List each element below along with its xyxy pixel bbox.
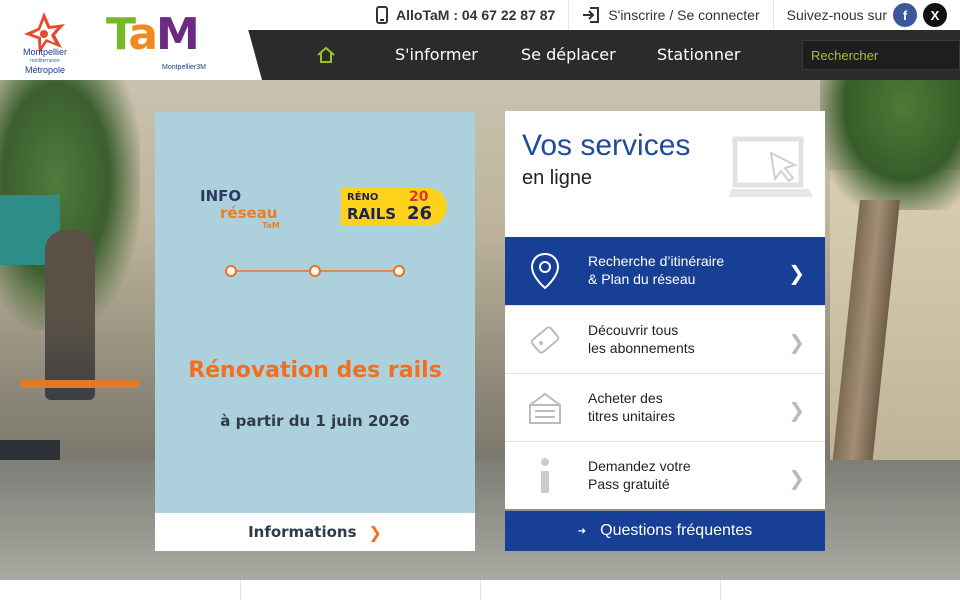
top-utility-bar: AlloTaM : 04 67 22 87 87 S'inscrire / Se… xyxy=(240,0,960,30)
informations-button[interactable]: Informations ❯ xyxy=(155,513,475,551)
nav-sinformer[interactable]: S'informer xyxy=(395,30,478,80)
timeline-graphic xyxy=(225,265,405,277)
service-titres-unitaires[interactable]: Acheter des titres unitaires ❯ xyxy=(505,373,825,441)
online-services-panel: Vos services en ligne Recherche d’itinér… xyxy=(505,111,825,551)
service-pass-line1: Demandez votre xyxy=(588,458,691,474)
metropole-line3: Métropole xyxy=(24,65,66,75)
tam-letter-t: T xyxy=(106,9,130,60)
info-icon xyxy=(525,456,565,496)
renovation-rails-badge: RÉNO RAILS 20 26 xyxy=(341,188,447,226)
faq-label: Questions fréquentes xyxy=(600,522,753,539)
login-label: S'inscrire / Se connecter xyxy=(608,7,760,23)
follow-label: Suivez-nous sur xyxy=(786,7,887,23)
login-icon xyxy=(582,6,600,24)
service-itineraire-line1: Recherche d’itinéraire xyxy=(588,253,725,269)
badge-rails: RAILS xyxy=(347,205,397,223)
bottom-strip xyxy=(0,580,960,600)
service-itineraire[interactable]: Recherche d’itinéraire & Plan du réseau … xyxy=(505,237,825,305)
service-abonnements-line1: Découvrir tous xyxy=(588,322,679,338)
main-navigation: S'informer Se déplacer Stationner xyxy=(240,30,960,80)
chevron-right-icon: ❯ xyxy=(368,522,382,542)
metropole-line1: Montpellier xyxy=(22,47,68,57)
logo-panel: Montpellier méditerranée Métropole TaM M… xyxy=(0,0,262,80)
service-titres-line1: Acheter des xyxy=(588,390,663,406)
tam-letter-a: a xyxy=(128,9,158,60)
tam-letter-m: M xyxy=(156,9,200,60)
tam-sub: Montpellier3M xyxy=(162,64,206,71)
service-abonnements-line2: les abonnements xyxy=(588,340,695,356)
service-abonnements-label: Découvrir tous les abonnements xyxy=(588,321,778,357)
badge-reno: RÉNO xyxy=(347,192,379,203)
search-input[interactable] xyxy=(802,40,960,70)
services-subtitle: en ligne xyxy=(522,167,593,189)
chevron-right-icon: ❯ xyxy=(788,466,805,490)
chevron-right-icon: ❯ xyxy=(788,398,805,422)
info-logo-line2: réseau xyxy=(220,204,278,222)
service-pass-line2: Pass gratuité xyxy=(588,476,670,492)
info-logo-line1: INFO xyxy=(200,187,242,205)
info-card-title: Rénovation des rails xyxy=(188,358,442,383)
info-reseau-card[interactable]: INFO réseau TaM RÉNO RAILS 20 26 Rénovat… xyxy=(155,112,475,551)
chevron-right-icon: ❯ xyxy=(788,261,805,285)
faq-button[interactable]: ➜ Questions fréquentes xyxy=(505,511,825,551)
site-header: Montpellier méditerranée Métropole TaM M… xyxy=(0,0,960,80)
service-titres-label: Acheter des titres unitaires xyxy=(588,389,778,425)
x-twitter-icon[interactable]: X xyxy=(923,3,947,27)
ticket-icon xyxy=(525,320,565,360)
social-links: Suivez-nous sur f X xyxy=(772,0,960,30)
phone-icon xyxy=(376,6,389,24)
laptop-cursor-icon xyxy=(729,136,813,197)
tree-right xyxy=(820,80,960,210)
divider xyxy=(480,580,481,600)
info-logo-line3: TaM xyxy=(262,221,280,230)
facebook-icon[interactable]: f xyxy=(893,3,917,27)
bike-stand xyxy=(20,380,140,388)
divider xyxy=(720,580,721,600)
nav-se-deplacer[interactable]: Se déplacer xyxy=(521,30,616,80)
chevron-right-icon: ❯ xyxy=(788,330,805,354)
service-itineraire-label: Recherche d’itinéraire & Plan du réseau xyxy=(588,252,778,288)
home-icon[interactable] xyxy=(316,45,336,65)
divider xyxy=(240,580,241,600)
badge-year-bottom: 26 xyxy=(407,203,433,224)
arrow-right-icon: ➜ xyxy=(577,525,587,537)
services-title: Vos services xyxy=(522,129,691,162)
service-pass-gratuite[interactable]: Demandez votre Pass gratuité ❯ xyxy=(505,441,825,509)
info-card-subtitle: à partir du 1 juin 2026 xyxy=(220,412,410,430)
service-abonnements[interactable]: Découvrir tous les abonnements ❯ xyxy=(505,305,825,373)
map-pin-icon xyxy=(525,251,565,291)
services-header: Vos services en ligne xyxy=(505,111,825,237)
cyclist xyxy=(45,230,95,400)
tam-wordmark: TaM xyxy=(106,9,200,60)
metropole-wordmark: Montpellier méditerranée Métropole xyxy=(6,48,84,75)
info-reseau-logo: INFO réseau TaM xyxy=(200,188,280,230)
services-list: Recherche d’itinéraire & Plan du réseau … xyxy=(505,237,825,509)
informations-label: Informations xyxy=(248,523,357,541)
service-pass-label: Demandez votre Pass gratuité xyxy=(588,457,778,493)
ticket-stack-icon xyxy=(525,388,565,428)
nav-stationner[interactable]: Stationner xyxy=(657,30,740,80)
allotam-label: AlloTaM : 04 67 22 87 87 xyxy=(396,7,556,23)
login-link[interactable]: S'inscrire / Se connecter xyxy=(568,0,772,30)
service-titres-line2: titres unitaires xyxy=(588,408,676,424)
service-itineraire-line2: & Plan du réseau xyxy=(588,271,696,287)
allotam-phone[interactable]: AlloTaM : 04 67 22 87 87 xyxy=(363,0,568,30)
